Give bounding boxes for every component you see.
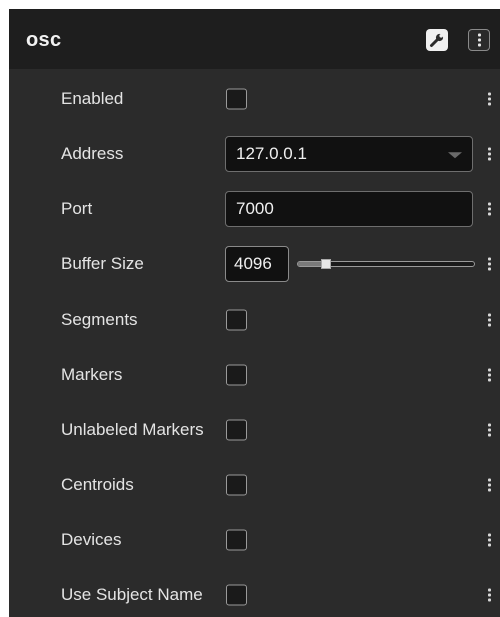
slider-thumb[interactable]: [321, 259, 332, 269]
address-label: Address: [61, 144, 124, 163]
enabled-row-menu[interactable]: [484, 87, 494, 111]
use-subject-name-checkbox[interactable]: [226, 584, 247, 606]
buffer-size-label: Buffer Size: [61, 254, 144, 273]
more-vertical-icon: [487, 588, 491, 602]
panel-more-button[interactable]: [468, 29, 490, 51]
more-vertical-icon: [487, 533, 491, 547]
port-row-menu[interactable]: [484, 197, 494, 221]
use-subject-name-row-menu[interactable]: [484, 583, 494, 607]
port-input[interactable]: 7000: [225, 191, 473, 227]
centroids-checkbox[interactable]: [226, 474, 247, 496]
markers-checkbox[interactable]: [226, 364, 247, 386]
buffer-size-slider[interactable]: [297, 259, 475, 269]
segments-checkbox[interactable]: [226, 309, 247, 331]
row-use-subject-name: Use Subject Name: [9, 575, 500, 615]
devices-row-menu[interactable]: [484, 528, 494, 552]
osc-panel: osc Enabled Address 127.0.0.1 Port 7000 …: [9, 9, 500, 617]
use-subject-name-label: Use Subject Name: [61, 585, 203, 604]
more-vertical-icon: [477, 33, 481, 47]
buffer-size-input[interactable]: 4096: [225, 246, 289, 282]
address-row-menu[interactable]: [484, 142, 494, 166]
markers-row-menu[interactable]: [484, 363, 494, 387]
devices-checkbox[interactable]: [226, 529, 247, 551]
centroids-row-menu[interactable]: [484, 473, 494, 497]
unlabeled-markers-label: Unlabeled Markers: [61, 420, 204, 439]
unlabeled-markers-checkbox[interactable]: [226, 419, 247, 441]
row-segments: Segments: [9, 300, 500, 340]
more-vertical-icon: [487, 92, 491, 106]
centroids-label: Centroids: [61, 475, 134, 494]
row-centroids: Centroids: [9, 465, 500, 505]
address-select[interactable]: 127.0.0.1: [225, 136, 473, 172]
more-vertical-icon: [487, 478, 491, 492]
chevron-down-icon: [448, 152, 462, 159]
markers-label: Markers: [61, 365, 123, 384]
port-label: Port: [61, 199, 93, 218]
devices-label: Devices: [61, 530, 122, 549]
more-vertical-icon: [487, 313, 491, 327]
enabled-checkbox[interactable]: [226, 88, 247, 110]
segments-row-menu[interactable]: [484, 308, 494, 332]
enabled-label: Enabled: [61, 89, 124, 108]
buffer-size-row-menu[interactable]: [484, 252, 494, 276]
segments-label: Segments: [61, 310, 138, 329]
panel-title: osc: [26, 29, 62, 51]
more-vertical-icon: [487, 202, 491, 216]
row-address: Address 127.0.0.1: [9, 134, 500, 174]
buffer-size-value: 4096: [234, 254, 272, 273]
more-vertical-icon: [487, 147, 491, 161]
unlabeled-markers-row-menu[interactable]: [484, 418, 494, 442]
more-vertical-icon: [487, 423, 491, 437]
wrench-icon: [430, 33, 444, 47]
wrench-button[interactable]: [426, 29, 448, 51]
more-vertical-icon: [487, 368, 491, 382]
row-buffer-size: Buffer Size 4096: [9, 244, 500, 284]
row-port: Port 7000: [9, 189, 500, 229]
more-vertical-icon: [487, 257, 491, 271]
row-devices: Devices: [9, 520, 500, 560]
panel-header: osc: [9, 9, 500, 69]
address-value: 127.0.0.1: [236, 144, 307, 163]
row-markers: Markers: [9, 355, 500, 395]
row-enabled: Enabled: [9, 79, 500, 119]
port-value: 7000: [236, 199, 274, 218]
row-unlabeled-markers: Unlabeled Markers: [9, 410, 500, 450]
